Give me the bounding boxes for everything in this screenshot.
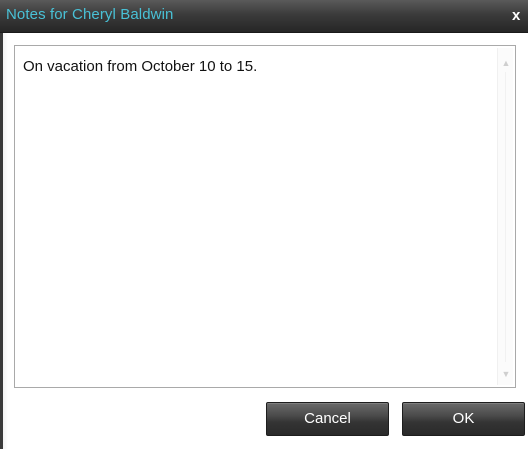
dialog-titlebar[interactable]: Notes for Cheryl Baldwin x — [0, 0, 528, 33]
close-icon[interactable]: x — [512, 7, 528, 25]
cancel-button[interactable]: Cancel — [266, 402, 389, 436]
scrollbar-track[interactable] — [505, 72, 506, 362]
dialog-left-border — [0, 33, 8, 449]
notes-text-value[interactable]: On vacation from October 10 to 15. — [23, 58, 257, 75]
scroll-up-arrow-icon[interactable]: ▲ — [500, 56, 512, 70]
notes-dialog: Notes for Cheryl Baldwin x On vacation f… — [0, 0, 528, 449]
notes-textarea[interactable]: On vacation from October 10 to 15. ▲ ▼ — [14, 45, 516, 388]
scroll-down-arrow-icon[interactable]: ▼ — [500, 367, 512, 381]
dialog-title: Notes for Cheryl Baldwin — [6, 6, 174, 23]
ok-button[interactable]: OK — [402, 402, 525, 436]
notes-scrollbar[interactable]: ▲ ▼ — [497, 48, 513, 385]
